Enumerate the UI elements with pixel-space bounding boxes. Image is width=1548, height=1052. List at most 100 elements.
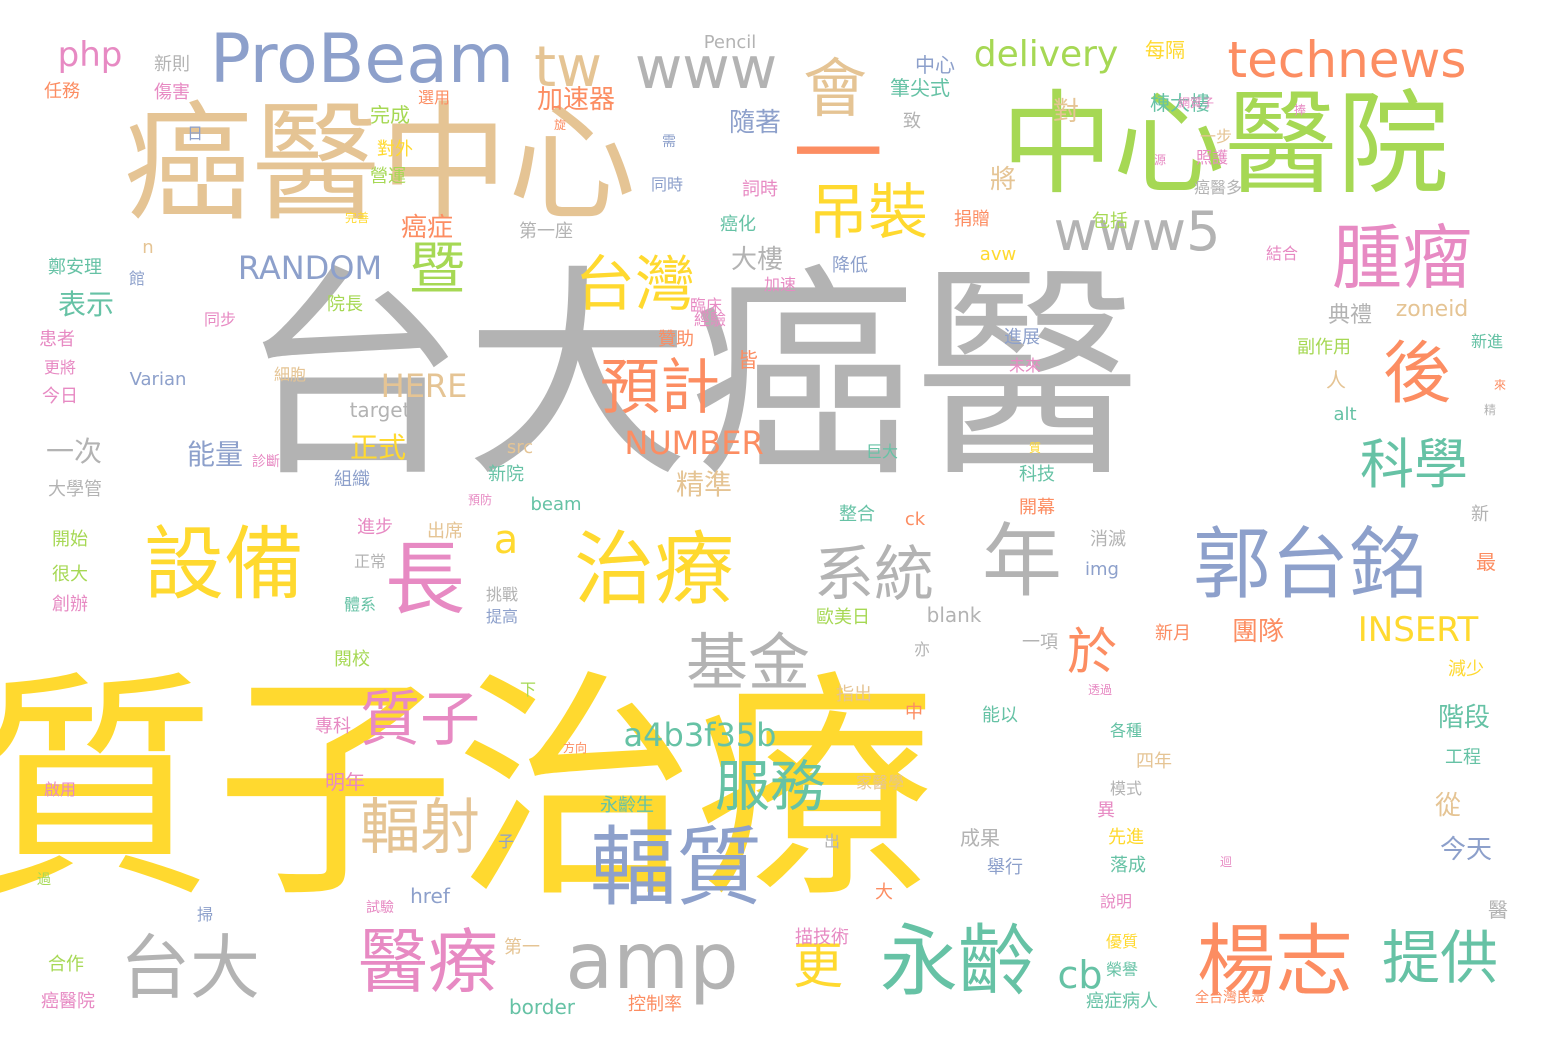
word-cloud-word: 院長	[327, 294, 363, 315]
word-cloud-word: 長	[385, 533, 465, 626]
word-cloud-word: 同步	[203, 310, 237, 329]
word-cloud-word: 出席	[427, 521, 463, 542]
word-cloud-word: 癌醫院	[41, 991, 95, 1012]
word-cloud-word: 巨大	[865, 442, 899, 461]
word-cloud-word: 家醫學	[855, 773, 905, 792]
word-cloud-word: 組織	[334, 469, 370, 490]
word-cloud-word: 台灣	[575, 250, 695, 320]
word-cloud-word: 醫	[1488, 898, 1508, 922]
word-cloud-word: 永齡生	[600, 795, 654, 816]
word-cloud-word: ck	[904, 509, 926, 530]
word-cloud-word: 說明	[1099, 892, 1133, 911]
word-cloud-word: 開始	[52, 529, 88, 550]
word-cloud-word: 工程	[1445, 747, 1481, 768]
word-cloud-word: 癌醫多	[1193, 178, 1243, 197]
word-cloud-word: 完善	[344, 211, 370, 225]
word-cloud-word: 異	[1097, 800, 1115, 821]
word-cloud-word: 質	[1028, 441, 1042, 455]
word-cloud-word: target	[349, 398, 411, 422]
word-cloud-word: 第一座	[519, 221, 573, 242]
word-cloud-word: 今日	[42, 386, 78, 407]
word-cloud-word: 同時	[650, 175, 684, 194]
word-cloud-word: 科學	[1360, 433, 1468, 496]
word-cloud-word: 降低	[832, 255, 868, 276]
word-cloud-word: 對外	[377, 139, 413, 160]
word-cloud-word: 癌化	[720, 214, 756, 235]
word-cloud-word: 新則	[154, 54, 190, 75]
word-cloud-word: 更	[793, 937, 843, 995]
word-cloud-word: 子	[497, 832, 515, 851]
word-cloud-word: 輻射	[360, 793, 480, 863]
word-cloud-word: 透過	[1087, 683, 1113, 697]
word-cloud-word: n	[142, 237, 154, 258]
word-cloud-word: 將	[989, 165, 1017, 195]
word-cloud-word: 中心	[915, 53, 955, 77]
word-cloud-word: 永齡	[879, 917, 1037, 1007]
word-cloud-word: 描技術	[795, 927, 849, 948]
word-cloud-word: 新進	[1470, 332, 1504, 351]
word-cloud-word: href	[410, 884, 450, 908]
word-cloud-word: 模式	[1109, 779, 1143, 798]
word-cloud-word: amp	[565, 917, 739, 1007]
word-cloud-word: 全台灣民眾	[1195, 990, 1265, 1006]
word-cloud-word: 今天	[1439, 835, 1493, 865]
word-cloud-word: border	[508, 995, 576, 1019]
word-cloud-word: 團隊	[1231, 617, 1285, 647]
word-cloud-word: 經驗	[693, 310, 727, 329]
word-cloud-word: 館	[128, 269, 146, 288]
word-cloud-word: 每隔	[1145, 38, 1185, 62]
word-cloud-word: 科技	[1019, 464, 1055, 485]
word-cloud-word: 筆尖式	[890, 76, 950, 100]
word-cloud-word: 亦	[913, 640, 931, 659]
word-cloud-word: 過	[37, 872, 51, 888]
word-cloud-word: 旋	[553, 118, 567, 132]
word-cloud-word: 一次	[45, 435, 103, 468]
word-cloud-word: 基金	[685, 626, 811, 699]
word-cloud-word: 副作用	[1297, 337, 1351, 358]
word-cloud-word: 吊裝	[808, 178, 928, 248]
word-cloud-word: avw	[979, 244, 1017, 265]
word-cloud-word: ProBeam	[209, 20, 515, 99]
word-cloud-word: INSERT	[1357, 610, 1479, 650]
word-cloud-word: src	[506, 437, 534, 458]
word-cloud-word: a4b3f35b	[623, 716, 777, 754]
word-cloud-word: 於	[1067, 623, 1117, 681]
word-cloud-word: 年	[982, 515, 1062, 608]
word-cloud-word: delivery	[973, 34, 1119, 75]
word-cloud-word: 暨	[409, 237, 465, 302]
word-cloud-word: 更將	[43, 358, 77, 377]
word-cloud-word: 新月	[1155, 623, 1191, 644]
word-cloud-word: 試驗	[366, 900, 394, 916]
word-cloud-word: www5	[1053, 200, 1221, 263]
word-cloud-word: 進步	[357, 517, 393, 538]
word-cloud-word: 設備	[144, 518, 304, 611]
word-cloud-word: 方向	[562, 741, 588, 755]
word-cloud-word: cb	[1057, 953, 1103, 997]
word-cloud-word: 捐贈	[954, 209, 990, 230]
word-cloud-word: 明年	[325, 770, 365, 794]
word-cloud-word: 大樓	[730, 245, 784, 275]
word-cloud-word: 能量	[186, 438, 244, 471]
word-cloud-word: 台大	[120, 927, 260, 1009]
word-cloud-word: 營運	[370, 166, 406, 187]
word-cloud-word: 四年	[1136, 751, 1172, 772]
word-cloud-word: 任務	[44, 81, 80, 102]
word-cloud-word: 下	[519, 680, 537, 699]
word-cloud-word: 郭台銘	[1192, 520, 1428, 610]
word-cloud-word: 加速器	[536, 85, 616, 115]
word-cloud-word: 一項	[1022, 632, 1058, 653]
word-cloud-word: 整合	[839, 504, 875, 525]
word-cloud-word: 新院	[488, 464, 524, 485]
word-cloud-word: 服務	[714, 754, 826, 819]
word-cloud-word: 網質子	[1177, 96, 1215, 110]
word-cloud-word: Pencil	[703, 32, 757, 53]
word-cloud-word: 很大	[52, 564, 88, 585]
word-cloud-word: 照護	[1195, 148, 1229, 167]
word-cloud-word: 舉行	[987, 857, 1023, 878]
word-cloud-word: 精	[1483, 403, 1497, 417]
word-cloud-word: 先進	[1108, 827, 1144, 848]
word-cloud-word: 創辦	[52, 594, 88, 615]
word-cloud-word: 指出	[836, 684, 872, 705]
word-cloud-word: 優質	[1105, 932, 1139, 951]
word-cloud-word: RANDOM	[237, 249, 383, 287]
